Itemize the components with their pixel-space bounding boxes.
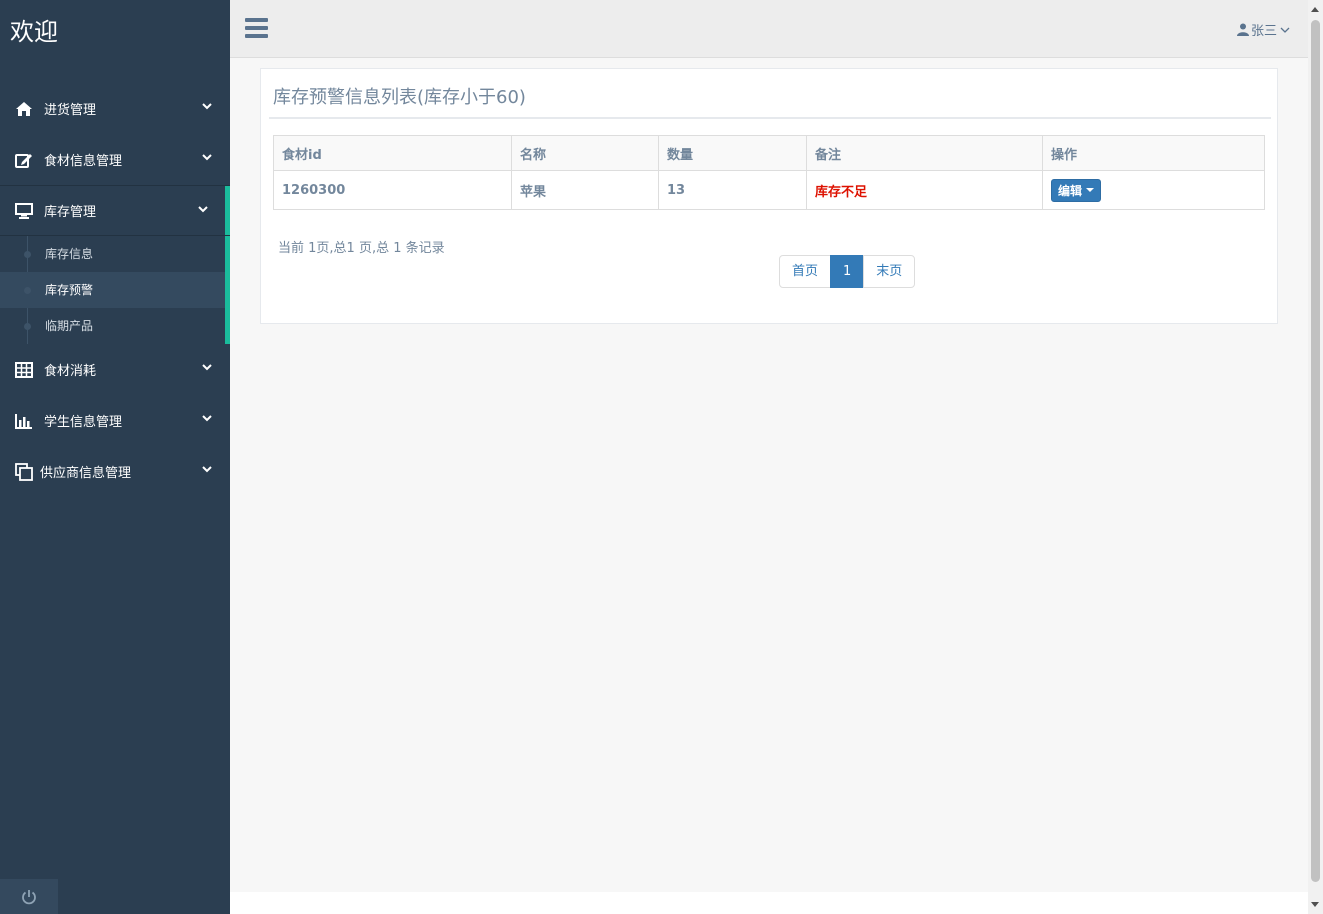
table-row: 1260300 苹果 13 库存不足 编辑: [273, 170, 1265, 210]
first-page-link[interactable]: 首页: [779, 255, 832, 288]
inventory-submenu: 库存信息 库存预警 临期产品: [0, 236, 230, 344]
home-icon: [14, 99, 34, 119]
chevron-down-icon: [202, 415, 212, 422]
chevron-down-icon: [202, 364, 212, 371]
scroll-down-icon[interactable]: [1311, 902, 1319, 907]
column-header: 备注: [806, 135, 1043, 171]
cell-note: 库存不足: [806, 170, 1043, 210]
column-header: 数量: [658, 135, 807, 171]
sidebar-item-student-info[interactable]: 学生信息管理: [0, 395, 230, 446]
submenu-item-expiring-products[interactable]: 临期产品: [0, 308, 230, 344]
sidebar-item-ingredient-info[interactable]: 食材信息管理: [0, 134, 230, 185]
submenu-item-label: 库存信息: [45, 247, 94, 261]
edit-dropdown-button[interactable]: 编辑: [1051, 178, 1102, 202]
user-menu[interactable]: 张三: [1236, 20, 1292, 39]
hamburger-icon[interactable]: [245, 18, 268, 38]
bullet-dot: [24, 287, 31, 294]
cell-name: 苹果: [511, 170, 659, 210]
column-header: 食材id: [273, 135, 512, 171]
copy-icon: [14, 462, 34, 482]
submenu-item-label: 临期产品: [45, 319, 94, 333]
pagination: 首页 1 末页: [779, 255, 916, 288]
current-page-link[interactable]: 1: [830, 255, 865, 288]
caret-down-icon: [1086, 188, 1095, 192]
table-icon: [14, 360, 34, 380]
monitor-icon: [14, 201, 34, 221]
chevron-down-icon: [1280, 27, 1290, 33]
page-scrollbar[interactable]: [1308, 0, 1323, 914]
brand-title: 欢迎: [10, 18, 58, 46]
cell-action: 编辑: [1042, 170, 1265, 210]
sidebar-nav: 进货管理 食材信息管理 库存管理 库存信息 库存预警 临期产品 食材消耗 学生信…: [0, 83, 230, 497]
bullet-dot: [24, 323, 31, 330]
main-content: 库存预警信息列表(库存小于60) 食材id 名称 数量 备注 操作 126030…: [230, 58, 1308, 892]
last-page-link[interactable]: 末页: [863, 255, 916, 288]
top-nav: 张三: [230, 0, 1308, 58]
cell-quantity: 13: [658, 170, 807, 210]
bar-chart-icon: [14, 411, 34, 431]
user-name: 张三: [1250, 24, 1277, 39]
content-panel: 库存预警信息列表(库存小于60) 食材id 名称 数量 备注 操作 126030…: [260, 68, 1278, 324]
submenu-item-inventory-info[interactable]: 库存信息: [0, 236, 230, 272]
cell-id: 1260300: [273, 170, 512, 210]
bullet-dot: [24, 251, 31, 258]
page-title: 库存预警信息列表(库存小于60): [269, 69, 1271, 119]
sidebar-item-purchase[interactable]: 进货管理: [0, 83, 230, 134]
chevron-down-icon: [198, 206, 208, 213]
logout-button[interactable]: [0, 879, 58, 914]
column-header: 名称: [511, 135, 659, 171]
sidebar: 欢迎 进货管理 食材信息管理 库存管理 库存信息 库存预警 临期产品 食材消耗 …: [0, 0, 230, 914]
chevron-down-icon: [202, 466, 212, 473]
chevron-down-icon: [202, 103, 212, 110]
sidebar-item-consumption[interactable]: 食材消耗: [0, 344, 230, 395]
user-icon: [1236, 23, 1249, 36]
sidebar-item-supplier-info[interactable]: 供应商信息管理: [0, 446, 230, 497]
scroll-thumb[interactable]: [1311, 20, 1320, 882]
power-icon: [22, 889, 36, 904]
sidebar-item-inventory[interactable]: 库存管理: [0, 185, 230, 236]
submenu-item-label: 库存预警: [45, 283, 94, 297]
column-header: 操作: [1042, 135, 1265, 171]
inventory-warning-table: 食材id 名称 数量 备注 操作 1260300 苹果 13 库存不足 编辑: [273, 135, 1265, 210]
edit-icon: [14, 150, 34, 170]
table-header-row: 食材id 名称 数量 备注 操作: [273, 135, 1265, 171]
pagination-info: 当前 1页,总1 页,总 1 条记录: [278, 241, 445, 256]
submenu-item-inventory-warning[interactable]: 库存预警: [0, 272, 230, 308]
chevron-down-icon: [202, 154, 212, 161]
scroll-up-icon[interactable]: [1311, 7, 1319, 12]
edit-button-label: 编辑: [1058, 183, 1083, 198]
